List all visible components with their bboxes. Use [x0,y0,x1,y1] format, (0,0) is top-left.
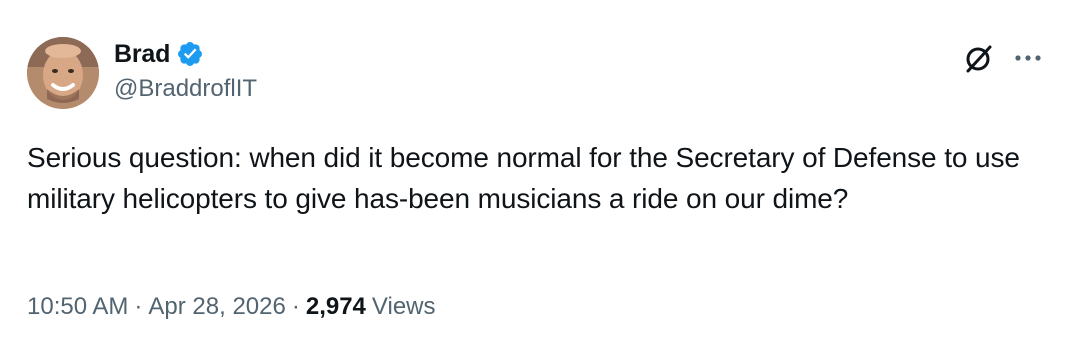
tweet-time[interactable]: 10:50 AM [27,293,128,321]
avatar-image [27,37,99,109]
views-count[interactable]: 2,974 [306,293,366,321]
tweet-text: Serious question: when did it become nor… [27,142,1020,214]
verified-badge-icon[interactable] [176,40,204,68]
separator-dot: · [291,293,300,320]
separator-dot: · [134,293,143,320]
tweet-metadata: 10:50 AM · Apr 28, 2026 · 2,974 Views [27,293,436,321]
grok-icon[interactable] [963,42,995,74]
avatar[interactable] [27,37,99,109]
author-handle[interactable]: @BraddroflIT [114,75,257,103]
views-label[interactable]: Views [372,293,436,321]
author-name-row: Brad [114,38,204,70]
more-options-icon[interactable] [1013,50,1043,61]
tweet-date[interactable]: Apr 28, 2026 [148,293,285,321]
author-display-name[interactable]: Brad [114,40,170,69]
tweet-card: Brad @BraddroflIT Serious question: when… [0,0,1066,350]
